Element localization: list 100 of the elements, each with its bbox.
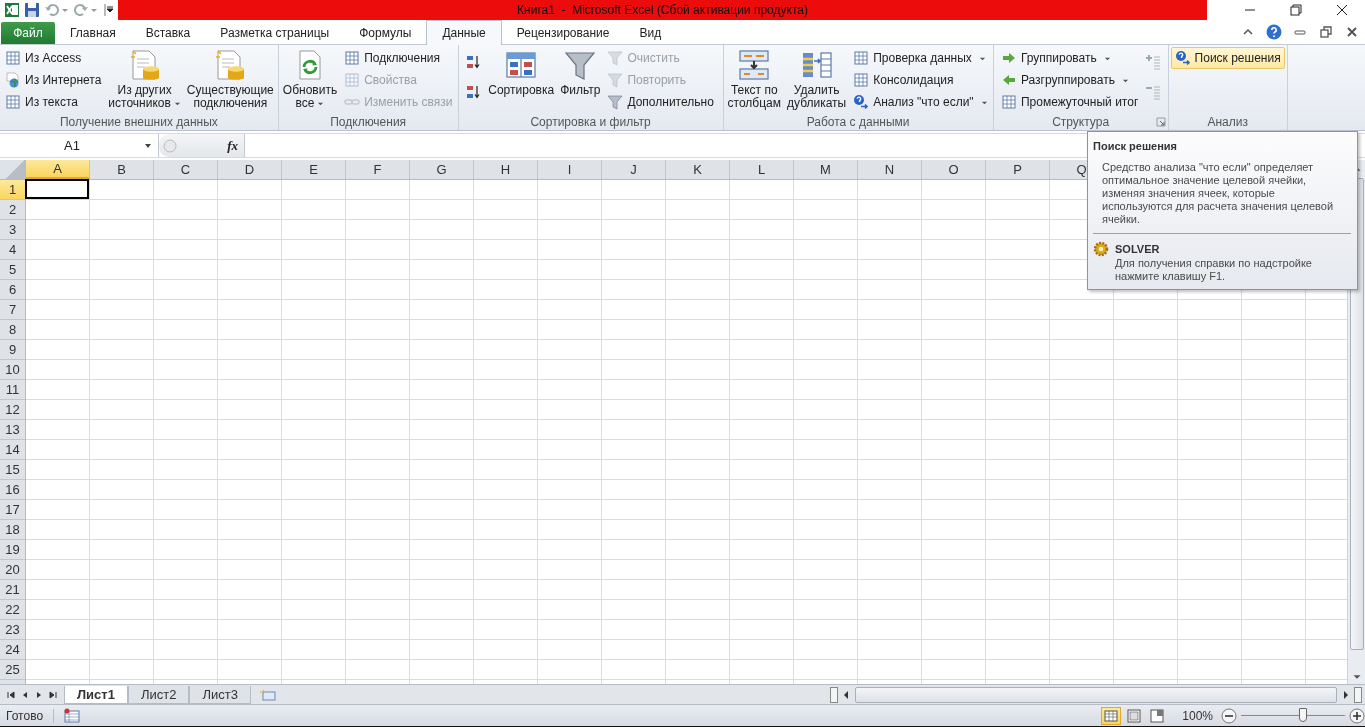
row-header[interactable]: 20 <box>0 560 25 580</box>
insert-function-button[interactable]: fx <box>227 137 238 154</box>
scroll-right-icon[interactable] <box>1341 689 1351 700</box>
row-header[interactable]: 6 <box>0 280 25 300</box>
ribbon-button[interactable]: Консолидация <box>850 69 991 91</box>
ribbon-button[interactable]: Промежуточный итог <box>997 91 1142 113</box>
caret-icon[interactable] <box>90 6 98 14</box>
row-header[interactable]: 22 <box>0 600 25 620</box>
column-header[interactable]: H <box>474 160 538 179</box>
save-icon[interactable] <box>24 2 40 18</box>
ribbon-tab[interactable]: Главная <box>55 21 131 44</box>
ribbon-button[interactable]: Обновить все <box>280 47 340 112</box>
zoom-out-button[interactable] <box>1221 707 1237 724</box>
row-header[interactable]: 25 <box>0 660 25 680</box>
row-header[interactable]: 19 <box>0 540 25 560</box>
column-header[interactable]: C <box>154 160 218 179</box>
help-icon[interactable] <box>1266 24 1282 40</box>
file-tab[interactable]: Файл <box>1 22 55 44</box>
ribbon-tab[interactable]: Формулы <box>344 21 427 44</box>
row-header[interactable]: 12 <box>0 400 25 420</box>
row-header[interactable]: 7 <box>0 300 25 320</box>
active-cell[interactable] <box>25 179 89 199</box>
sheet-tab[interactable]: Лист2 <box>127 685 190 704</box>
sheet-tab[interactable]: Лист3 <box>189 685 251 704</box>
row-header[interactable]: 5 <box>0 260 25 280</box>
caret-icon[interactable] <box>61 6 69 14</box>
first-sheet-icon[interactable] <box>6 689 16 700</box>
row-header[interactable]: 3 <box>0 220 25 240</box>
table-icon <box>5 94 21 110</box>
column-header[interactable]: D <box>218 160 282 179</box>
ribbon-button[interactable]: Дополнительно <box>604 91 717 113</box>
ribbon-button[interactable]: Проверка данных <box>850 47 991 69</box>
column-header[interactable]: M <box>794 160 858 179</box>
ribbon-button[interactable]: Разгруппировать <box>997 69 1142 91</box>
column-header[interactable]: B <box>90 160 154 179</box>
ribbon-button[interactable]: Из Access <box>2 47 105 69</box>
row-header[interactable]: 16 <box>0 480 25 500</box>
dialog-launcher-icon[interactable] <box>1155 117 1166 127</box>
zoom-level[interactable]: 100% <box>1182 708 1213 723</box>
table-icon <box>344 72 361 88</box>
normal-view-button[interactable] <box>1101 706 1122 725</box>
row-header[interactable]: 23 <box>0 620 25 640</box>
row-header[interactable]: 10 <box>0 360 25 380</box>
ribbon-button[interactable]: Текст по столбцам <box>725 47 783 112</box>
ribbon-button[interactable]: Из текста <box>2 91 105 113</box>
column-header[interactable]: O <box>922 160 986 179</box>
split-handle[interactable] <box>830 686 838 703</box>
column-header[interactable]: E <box>282 160 346 179</box>
ribbon-tab[interactable]: Вид <box>624 21 677 44</box>
ribbon-button[interactable]: Анализ "что если" <box>850 91 991 113</box>
column-header[interactable]: P <box>986 160 1050 179</box>
row-header[interactable]: 4 <box>0 240 25 260</box>
row-header[interactable]: 1 <box>0 180 25 200</box>
column-header[interactable]: F <box>346 160 410 179</box>
zoom-slider-thumb[interactable] <box>1299 708 1308 722</box>
column-header[interactable]: G <box>410 160 474 179</box>
row-header[interactable]: 8 <box>0 320 25 340</box>
row-header[interactable]: 17 <box>0 500 25 520</box>
restore-workbook-button[interactable] <box>1318 24 1334 40</box>
ribbon-tab[interactable]: Данные <box>426 20 502 45</box>
ribbon-button[interactable]: Из других источников <box>106 47 183 112</box>
column-header[interactable]: K <box>666 160 730 179</box>
name-box[interactable]: A1 <box>0 134 159 157</box>
column-header[interactable]: J <box>602 160 666 179</box>
record-macro-icon[interactable] <box>64 707 81 724</box>
split-handle[interactable] <box>1354 686 1362 703</box>
column-header[interactable]: N <box>858 160 922 179</box>
resize-handle-icon[interactable] <box>162 137 178 154</box>
ribbon-button[interactable]: Удалить дубликаты <box>785 47 849 112</box>
row-header[interactable]: 14 <box>0 440 25 460</box>
spreadsheet-app-icon[interactable] <box>4 2 20 18</box>
zoom-in-button[interactable] <box>1349 707 1365 724</box>
ribbon-button[interactable]: Существующие подключения <box>184 47 276 112</box>
customize-menu-icon[interactable] <box>104 3 114 17</box>
ribbon-button[interactable]: Подключения <box>341 47 456 69</box>
ribbon-button[interactable]: Поиск решения <box>1170 47 1285 69</box>
column-header[interactable]: L <box>730 160 794 179</box>
ribbon-tab[interactable]: Вставка <box>130 21 206 44</box>
row-header[interactable]: 13 <box>0 420 25 440</box>
ribbon-tab[interactable]: Рецензирование <box>501 21 625 44</box>
row-header[interactable]: 2 <box>0 200 25 220</box>
last-sheet-icon[interactable] <box>48 689 58 700</box>
row-header[interactable]: 18 <box>0 520 25 540</box>
columns-icon <box>738 49 771 81</box>
sheet-tab[interactable]: Лист1 <box>64 685 128 704</box>
status-text: Готово <box>0 708 55 723</box>
ribbon-button[interactable]: Сортировка <box>486 47 557 99</box>
sort-icon <box>505 49 538 81</box>
row-header[interactable]: 15 <box>0 460 25 480</box>
row-header[interactable]: 24 <box>0 640 25 660</box>
ribbon-button[interactable]: Группировать <box>997 47 1142 69</box>
column-header[interactable]: A <box>26 160 90 179</box>
row-header[interactable]: 11 <box>0 380 25 400</box>
row-header[interactable]: 21 <box>0 580 25 600</box>
ribbon-button[interactable]: Фильтр <box>558 47 603 99</box>
column-header[interactable]: I <box>538 160 602 179</box>
ribbon-button[interactable]: Из Интернета <box>2 69 105 91</box>
ribbon-tab[interactable]: Разметка страницы <box>205 21 345 44</box>
redo-icon[interactable] <box>73 2 89 18</box>
row-header[interactable]: 9 <box>0 340 25 360</box>
